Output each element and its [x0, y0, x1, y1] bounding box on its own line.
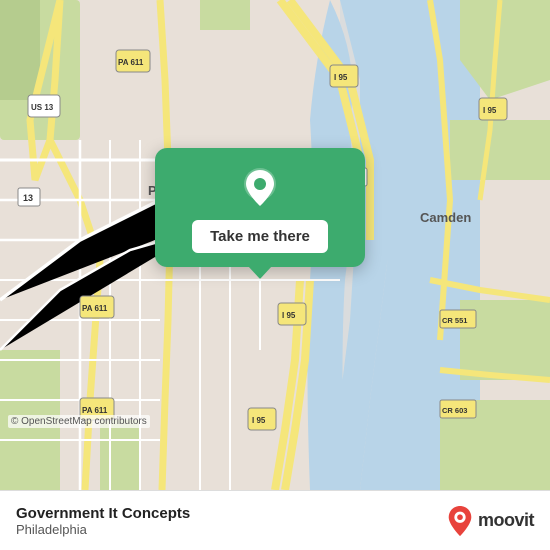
svg-text:I 95: I 95 [252, 416, 266, 425]
map-container: US 13 PA 611 PA 611 PA 611 I 95 I 95 I 9… [0, 0, 550, 490]
take-me-there-button[interactable]: Take me there [192, 220, 328, 253]
svg-text:I 95: I 95 [334, 73, 348, 82]
moovit-label: moovit [478, 510, 534, 531]
svg-text:PA 611: PA 611 [82, 304, 108, 313]
info-bar: Government It Concepts Philadelphia moov… [0, 490, 550, 550]
svg-text:13: 13 [23, 193, 33, 203]
svg-text:CR 603: CR 603 [442, 406, 467, 415]
moovit-logo: moovit [446, 505, 534, 537]
svg-text:I 95: I 95 [483, 106, 497, 115]
location-pin-icon [238, 166, 282, 210]
svg-text:Camden: Camden [420, 210, 471, 225]
location-name: Government It Concepts [16, 505, 190, 522]
moovit-pin-icon [446, 505, 474, 537]
svg-text:CR 551: CR 551 [442, 316, 467, 325]
svg-text:I 95: I 95 [282, 311, 296, 320]
location-info: Government It Concepts Philadelphia [16, 505, 190, 537]
location-city: Philadelphia [16, 522, 190, 537]
copyright-text: © OpenStreetMap contributors [8, 415, 150, 428]
svg-text:PA 611: PA 611 [118, 58, 144, 67]
svg-text:PA 611: PA 611 [82, 406, 108, 415]
popup-card: Take me there [155, 148, 365, 267]
svg-text:US 13: US 13 [31, 103, 54, 112]
